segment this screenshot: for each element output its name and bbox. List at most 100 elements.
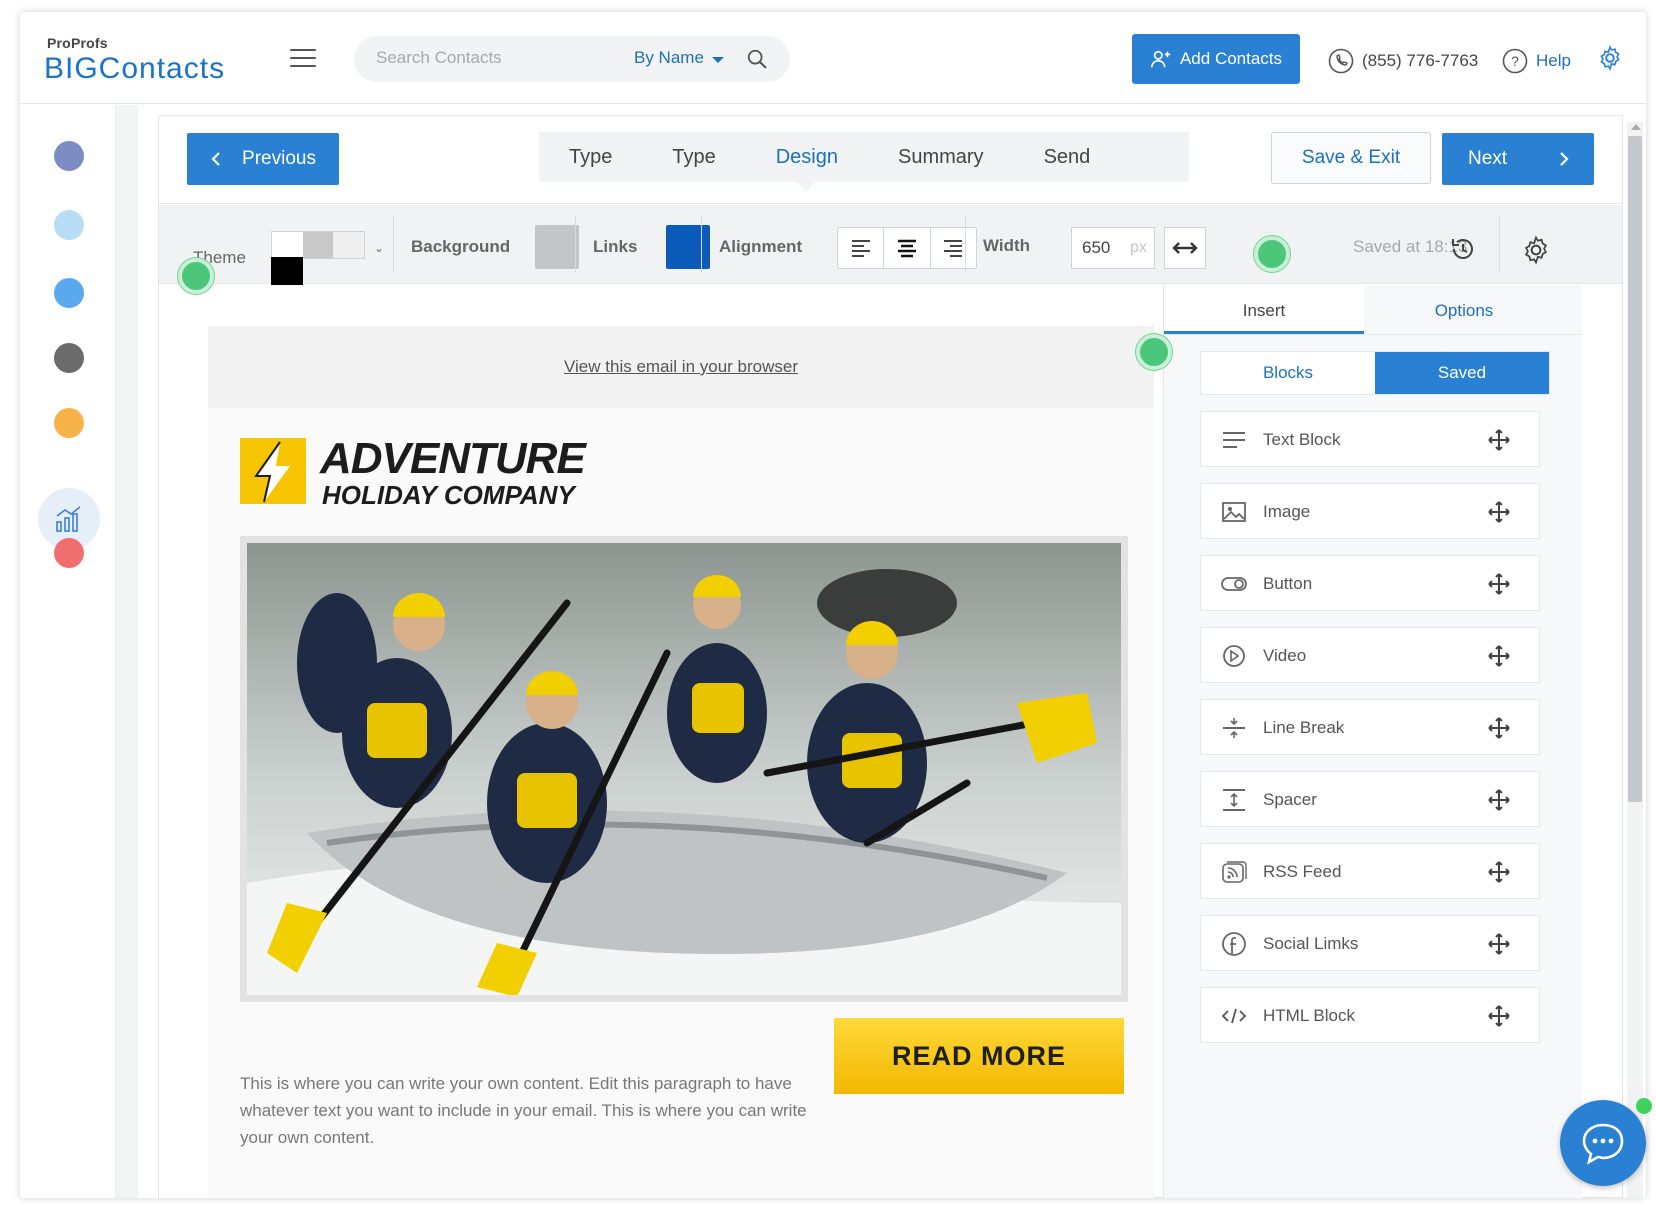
- email-body-text[interactable]: This is where you can write your own con…: [240, 1070, 810, 1151]
- step-summary[interactable]: Summary: [868, 146, 1014, 169]
- drag-move-icon[interactable]: [1487, 1004, 1511, 1028]
- search-icon[interactable]: [746, 48, 768, 70]
- search-input[interactable]: [376, 48, 606, 68]
- phone-number: (855) 776-7763: [1362, 51, 1479, 70]
- step-type-2[interactable]: Type: [642, 146, 745, 169]
- scroll-up-arrow-icon[interactable]: [1631, 124, 1641, 130]
- drag-move-icon[interactable]: [1487, 788, 1511, 812]
- view-in-browser-link[interactable]: View this email in your browser: [564, 357, 798, 377]
- blocks-saved-toggle: Blocks Saved: [1200, 351, 1550, 395]
- design-toolbar: Theme ⌄ Background Links Alignment Width…: [159, 205, 1622, 285]
- insert-panel: Insert Options Blocks Saved Text Block I…: [1163, 285, 1582, 1198]
- hamburger-menu-icon[interactable]: [290, 49, 316, 69]
- tour-hotspot-saved[interactable]: [1254, 236, 1290, 272]
- block-social-links[interactable]: Social Limks: [1200, 915, 1540, 971]
- links-color-swatch[interactable]: [666, 225, 710, 269]
- drag-move-icon[interactable]: [1487, 860, 1511, 884]
- full-width-button[interactable]: [1164, 227, 1206, 269]
- block-rss-feed[interactable]: RSS Feed: [1200, 843, 1540, 899]
- nav-dot-3[interactable]: [54, 278, 84, 308]
- block-spacer[interactable]: Spacer: [1200, 771, 1540, 827]
- logo-subtitle: HOLIDAY COMPANY: [322, 480, 575, 510]
- help-label: Help: [1536, 51, 1571, 70]
- save-exit-button[interactable]: Save & Exit: [1271, 132, 1431, 184]
- help-link[interactable]: ? Help: [1502, 48, 1571, 74]
- width-input-box: px: [1071, 227, 1155, 269]
- step-type-1[interactable]: Type: [539, 146, 642, 169]
- block-label: Text Block: [1263, 430, 1341, 449]
- drag-move-icon[interactable]: [1487, 932, 1511, 956]
- settings-gear-icon[interactable]: [1597, 45, 1623, 71]
- add-contacts-label: Add Contacts: [1179, 49, 1283, 68]
- segment-blocks[interactable]: Blocks: [1201, 352, 1375, 394]
- theme-picker[interactable]: [271, 231, 365, 259]
- chat-bubble-icon: [1582, 1123, 1624, 1165]
- brand-parent: ProProfs: [47, 35, 108, 51]
- block-line-break[interactable]: Line Break: [1200, 699, 1540, 755]
- code-icon: [1221, 1008, 1247, 1024]
- block-html[interactable]: HTML Block: [1200, 987, 1540, 1043]
- drag-move-icon[interactable]: [1487, 716, 1511, 740]
- chat-launcher[interactable]: [1560, 1100, 1646, 1186]
- nav-dot-4[interactable]: [54, 343, 84, 373]
- add-contacts-button[interactable]: Add Contacts: [1132, 34, 1300, 84]
- scrollbar-thumb[interactable]: [1628, 136, 1642, 802]
- wizard-topbar: Previous Type Type Design Summary Send S…: [159, 116, 1622, 204]
- hero-image-rafting[interactable]: [240, 536, 1128, 1002]
- tab-insert[interactable]: Insert: [1164, 285, 1364, 334]
- align-right-button[interactable]: [931, 228, 976, 268]
- width-input[interactable]: [1082, 238, 1122, 258]
- app-window: ProProfs BIGContacts By Name Add Contact…: [20, 12, 1646, 1198]
- view-in-browser-bar: View this email in your browser: [208, 326, 1154, 408]
- step-send[interactable]: Send: [1014, 146, 1121, 169]
- left-nav-rail: [20, 105, 116, 1198]
- previous-button[interactable]: Previous: [187, 133, 339, 185]
- block-video[interactable]: Video: [1200, 627, 1540, 683]
- logo-title: ADVENTURE: [320, 434, 586, 483]
- drag-move-icon[interactable]: [1487, 428, 1511, 452]
- background-color-swatch[interactable]: [535, 225, 579, 269]
- nav-dot-1[interactable]: [54, 141, 84, 171]
- separator: [701, 215, 702, 273]
- tour-hotspot-theme[interactable]: [178, 258, 214, 294]
- separator: [965, 215, 966, 273]
- phone-link[interactable]: (855) 776-7763: [1328, 48, 1478, 74]
- read-more-button[interactable]: READ MORE: [834, 1018, 1124, 1094]
- block-label: HTML Block: [1263, 1006, 1355, 1025]
- block-button[interactable]: Button: [1200, 555, 1540, 611]
- drag-move-icon[interactable]: [1487, 572, 1511, 596]
- step-design[interactable]: Design: [746, 146, 868, 169]
- nav-dot-5[interactable]: [54, 408, 84, 438]
- analytics-chart-icon[interactable]: [54, 504, 84, 534]
- editor-settings-gear-icon[interactable]: [1521, 235, 1551, 265]
- chevron-right-icon: [1560, 152, 1569, 166]
- alignment-label: Alignment: [719, 237, 803, 256]
- segment-saved[interactable]: Saved: [1375, 352, 1549, 394]
- video-play-icon: [1223, 645, 1245, 667]
- drag-move-icon[interactable]: [1487, 644, 1511, 668]
- online-status-dot: [1636, 1098, 1652, 1114]
- rss-feed-icon: [1222, 861, 1247, 883]
- theme-dropdown-icon[interactable]: ⌄: [374, 241, 384, 255]
- theme-swatch-black[interactable]: [271, 257, 303, 285]
- block-label: Social Limks: [1263, 934, 1359, 953]
- block-text[interactable]: Text Block: [1200, 411, 1540, 467]
- active-step-pointer: [797, 182, 815, 192]
- brand-logo[interactable]: BIGContacts: [44, 52, 225, 86]
- next-button[interactable]: Next: [1442, 133, 1594, 185]
- align-center-button[interactable]: [884, 228, 931, 268]
- tab-options[interactable]: Options: [1364, 285, 1564, 334]
- align-left-button[interactable]: [838, 228, 885, 268]
- tour-hotspot-blocks[interactable]: [1136, 334, 1172, 370]
- block-label: Spacer: [1263, 790, 1317, 809]
- horizontal-arrows-icon: [1172, 242, 1198, 254]
- search-by-dropdown[interactable]: By Name: [634, 48, 704, 68]
- dropdown-caret-icon[interactable]: [712, 57, 724, 63]
- nav-dot-2[interactable]: [54, 210, 84, 240]
- nav-dot-6[interactable]: [54, 538, 84, 568]
- block-image[interactable]: Image: [1200, 483, 1540, 539]
- align-center-icon: [897, 239, 916, 258]
- panel-tabs: Insert Options: [1164, 285, 1582, 335]
- history-icon[interactable]: [1449, 235, 1477, 263]
- drag-move-icon[interactable]: [1487, 500, 1511, 524]
